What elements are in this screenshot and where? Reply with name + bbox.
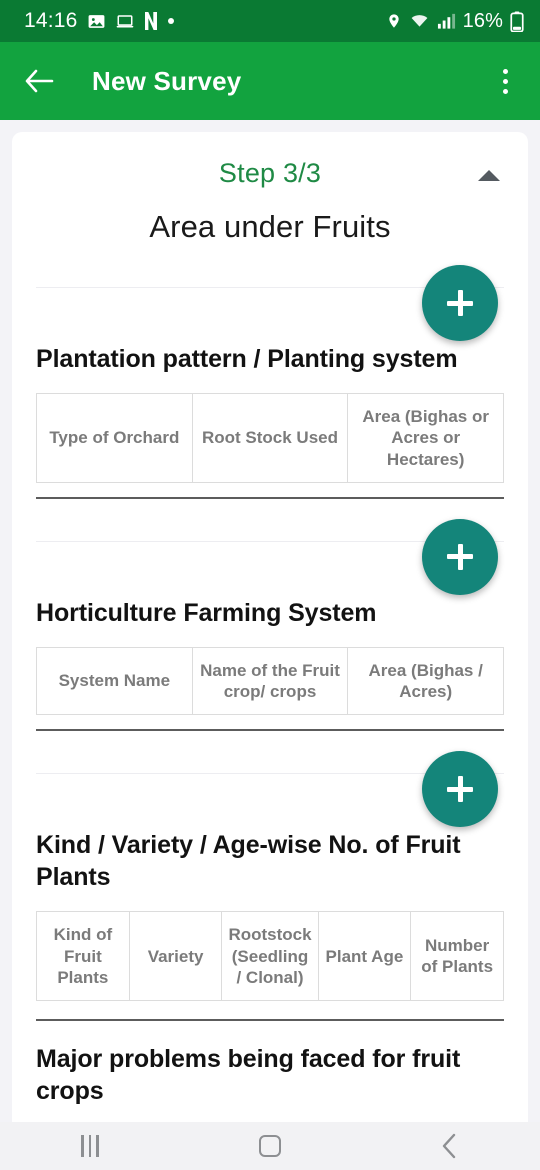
plus-icon <box>447 776 473 803</box>
column-header: System Name <box>37 647 193 715</box>
back-button[interactable] <box>22 64 56 98</box>
nav-back-icon <box>442 1133 456 1159</box>
column-header: Kind of Fruit Plants <box>37 912 130 1000</box>
section-plantation-pattern: Plantation pattern / Planting system Typ… <box>36 265 504 499</box>
section-heading: Major problems being faced for fruit cro… <box>36 1045 461 1105</box>
section-heading: Kind / Variety / Age-wise No. of Fruit P… <box>36 831 461 892</box>
column-header: Rootstock (Seedling / Clonal) <box>222 912 319 1000</box>
table-header-row: Kind of Fruit Plants Variety Rootstock (… <box>36 911 504 1001</box>
section-bottom-divider <box>36 729 504 732</box>
overflow-menu-button[interactable] <box>488 61 522 101</box>
section-major-problems: Major problems being faced for fruit cro… <box>36 1043 504 1122</box>
page-title: New Survey <box>92 65 242 96</box>
step-indicator: Step 3/3 <box>218 158 322 188</box>
column-header: Plant Age <box>319 912 412 1000</box>
column-header: Root Stock Used <box>193 394 349 482</box>
dot-icon <box>167 18 174 24</box>
add-row-button[interactable] <box>422 751 498 828</box>
recents-button[interactable] <box>45 1122 135 1170</box>
status-bar-left: 14:16 <box>24 9 386 33</box>
recents-icon <box>81 1135 99 1157</box>
chevron-up-icon[interactable] <box>478 170 500 181</box>
more-vertical-icon <box>502 68 508 74</box>
section-horticulture-farming: Horticulture Farming System System Name … <box>36 518 504 732</box>
section-heading: Horticulture Farming System <box>36 598 377 627</box>
column-header: Type of Orchard <box>37 394 193 482</box>
netflix-icon <box>144 12 157 30</box>
status-bar: 14:16 16% <box>0 0 540 42</box>
more-vertical-icon <box>502 78 508 84</box>
section-heading: Plantation pattern / Planting system <box>36 345 458 373</box>
fab-row <box>36 518 504 597</box>
fab-row <box>36 265 504 343</box>
wifi-icon <box>411 14 428 28</box>
status-bar-right: 16% <box>386 10 524 33</box>
column-header: Area (Bighas / Acres) <box>368 660 483 701</box>
home-icon <box>259 1135 281 1157</box>
section-kind-variety-age: Kind / Variety / Age-wise No. of Fruit P… <box>36 751 504 1021</box>
column-header: Number of Plants <box>421 935 494 977</box>
add-row-button[interactable] <box>422 265 498 341</box>
more-vertical-icon <box>502 88 508 94</box>
battery-percent: 16% <box>462 9 503 32</box>
form-scroll-area[interactable]: Step 3/3 Area under Fruits Plantation pa… <box>0 120 540 1122</box>
column-header: Variety <box>130 912 223 1000</box>
column-header: Area (Bighas or Acres or Hectares) <box>362 407 489 469</box>
table-header-row: System Name Name of the Fruit crop/ crop… <box>36 646 504 716</box>
arrow-left-icon <box>25 69 54 93</box>
add-row-button[interactable] <box>422 518 498 595</box>
section-bottom-divider <box>36 496 504 499</box>
section-bottom-divider <box>36 1019 504 1021</box>
status-time: 14:16 <box>24 9 78 32</box>
form-title: Area under Fruits <box>149 209 391 244</box>
fab-row <box>36 751 504 829</box>
step-header: Step 3/3 <box>36 158 504 189</box>
survey-card: Step 3/3 Area under Fruits Plantation pa… <box>12 132 528 1122</box>
table-header-row: Type of Orchard Root Stock Used Area (Bi… <box>36 393 504 483</box>
plus-icon <box>447 543 473 570</box>
app-bar: New Survey <box>0 42 540 120</box>
laptop-icon <box>116 14 133 27</box>
column-header: Name of the Fruit crop/ crops <box>193 647 349 715</box>
location-pin-icon <box>388 14 399 28</box>
nav-back-button[interactable] <box>405 1122 495 1170</box>
signal-bars-icon <box>437 13 455 29</box>
system-nav-bar <box>0 1122 540 1170</box>
plus-icon <box>447 290 473 316</box>
battery-icon <box>510 10 524 32</box>
image-icon <box>88 14 104 28</box>
home-button[interactable] <box>225 1122 315 1170</box>
